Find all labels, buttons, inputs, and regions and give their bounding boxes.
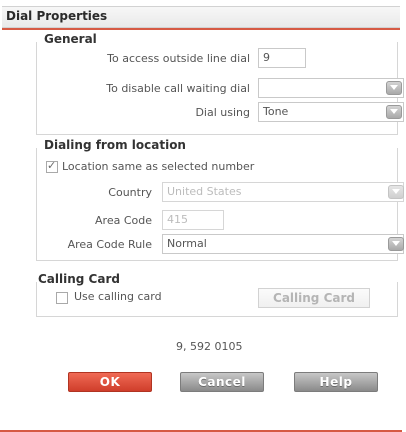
area-code-rule-chevron-down-icon[interactable] [388,237,404,251]
call-waiting-label: To disable call waiting dial [106,82,250,95]
call-waiting-select[interactable] [258,78,404,98]
area-code-label: Area Code [95,214,152,227]
location-group-title: Dialing from location [44,138,186,152]
outside-line-input[interactable]: 9 [258,48,306,68]
use-calling-card-label[interactable]: Use calling card [74,290,162,303]
dial-properties-dialog: Dial Properties General To access outsid… [0,0,404,432]
title-bar: Dial Properties [2,6,400,28]
country-select[interactable]: United States [162,182,404,202]
dialog-title: Dial Properties [6,9,108,23]
same-as-number-label[interactable]: Location same as selected number [62,160,254,173]
call-waiting-chevron-down-icon[interactable] [386,81,402,95]
dial-using-label: Dial using [195,106,250,119]
country-label: Country [108,186,152,199]
general-group-title: General [44,32,97,46]
dial-using-select[interactable]: Tone [258,102,404,122]
outside-line-label: To access outside line dial [107,52,250,65]
country-chevron-down-icon[interactable] [388,185,404,199]
help-button[interactable]: Help [294,372,378,392]
calling-card-group-title: Calling Card [38,272,120,286]
title-accent-line [2,28,400,30]
same-as-number-checkbox[interactable] [46,159,58,173]
dial-using-chevron-down-icon[interactable] [386,105,402,119]
dial-preview-number: 9, 592 0105 [176,340,243,353]
calling-card-button[interactable]: Calling Card [258,288,370,308]
use-calling-card-checkbox[interactable] [56,292,68,304]
area-code-rule-select[interactable]: Normal [162,234,404,254]
area-code-rule-label: Area Code Rule [67,238,152,251]
area-code-input[interactable]: 415 [162,210,224,230]
ok-button[interactable]: OK [68,372,152,392]
cancel-button[interactable]: Cancel [180,372,264,392]
